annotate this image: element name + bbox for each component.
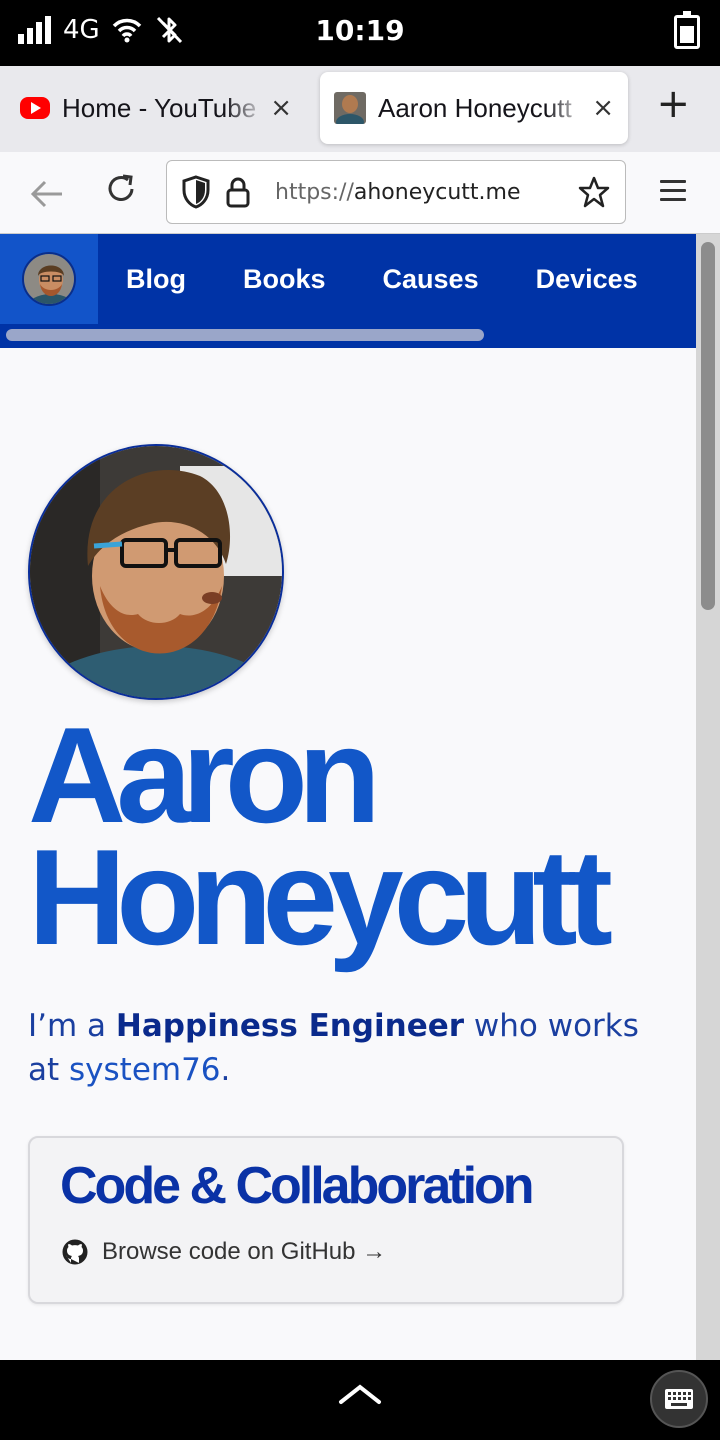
home-link[interactable]: [0, 234, 98, 324]
navigation-bar: [0, 1360, 720, 1440]
page-scrollbar-thumb[interactable]: [701, 242, 715, 610]
tagline: I’m a Happiness Engineer who works at sy…: [28, 1004, 678, 1092]
site-nav: Blog Books Causes Devices: [0, 234, 696, 324]
url-host: ahoneycutt.me: [353, 179, 521, 205]
url-text[interactable]: https://ahoneycutt.me: [275, 180, 521, 205]
close-tab-button[interactable]: ×: [592, 93, 614, 123]
nav-link-blog[interactable]: Blog: [126, 264, 186, 295]
url-scheme: https://: [275, 179, 354, 205]
web-content: Blog Books Causes Devices Aaron Honeycut…: [0, 234, 720, 1360]
page-scrollbar[interactable]: [696, 234, 720, 1360]
profile-photo: [28, 444, 284, 700]
card-title: Code & Collaboration: [60, 1157, 535, 1215]
hero-name: Aaron Honeycutt: [28, 699, 688, 973]
new-tab-button[interactable]: +: [656, 84, 690, 124]
tab-title: Home - YouTube: [62, 92, 257, 123]
chevron-up-icon[interactable]: [338, 1382, 382, 1406]
github-icon: [62, 1239, 88, 1265]
toolbar: https://ahoneycutt.me: [0, 152, 720, 234]
site-favicon: [334, 92, 366, 124]
nav-link-causes[interactable]: Causes: [383, 264, 479, 295]
lock-icon[interactable]: [225, 176, 251, 208]
name-line-first: Aaron: [28, 699, 381, 851]
nav-scrollbar-thumb[interactable]: [6, 329, 484, 341]
keyboard-icon: [665, 1389, 693, 1409]
back-arrow-icon[interactable]: [30, 179, 64, 209]
tagline-prefix: I’m a: [28, 1008, 116, 1044]
tagline-role: Happiness Engineer: [115, 1008, 465, 1044]
tagline-suffix: .: [220, 1052, 231, 1088]
nav-link-devices[interactable]: Devices: [536, 264, 638, 295]
github-link-label: Browse code on GitHub →: [102, 1238, 387, 1265]
keyboard-button[interactable]: [650, 1370, 708, 1428]
tab-youtube[interactable]: Home - YouTube ×: [6, 72, 306, 144]
youtube-icon: [20, 97, 50, 119]
tab-aaron-honeycutt[interactable]: Aaron Honeycutt ×: [320, 72, 628, 144]
hamburger-menu-icon[interactable]: [660, 180, 686, 207]
status-bar: 4G 10:19: [0, 0, 720, 66]
nav-scrollbar[interactable]: [0, 324, 696, 348]
tab-strip: Home - YouTube × Aaron Honeycutt × +: [0, 66, 720, 152]
name-line-last: Honeycutt: [28, 821, 613, 973]
bookmark-star-icon[interactable]: [577, 175, 611, 209]
nav-link-books[interactable]: Books: [243, 264, 326, 295]
tab-title: Aaron Honeycutt: [378, 92, 572, 123]
company-link[interactable]: system76: [69, 1052, 221, 1088]
clock: 10:19: [315, 14, 405, 47]
shield-icon[interactable]: [181, 175, 211, 209]
code-collaboration-card: Code & Collaboration Browse code on GitH…: [28, 1136, 624, 1304]
reload-icon[interactable]: [104, 172, 138, 206]
address-bar[interactable]: https://ahoneycutt.me: [166, 160, 626, 224]
close-tab-button[interactable]: ×: [270, 93, 292, 123]
avatar: [22, 252, 76, 306]
battery-icon: [674, 11, 700, 49]
github-link[interactable]: Browse code on GitHub →: [62, 1238, 386, 1266]
